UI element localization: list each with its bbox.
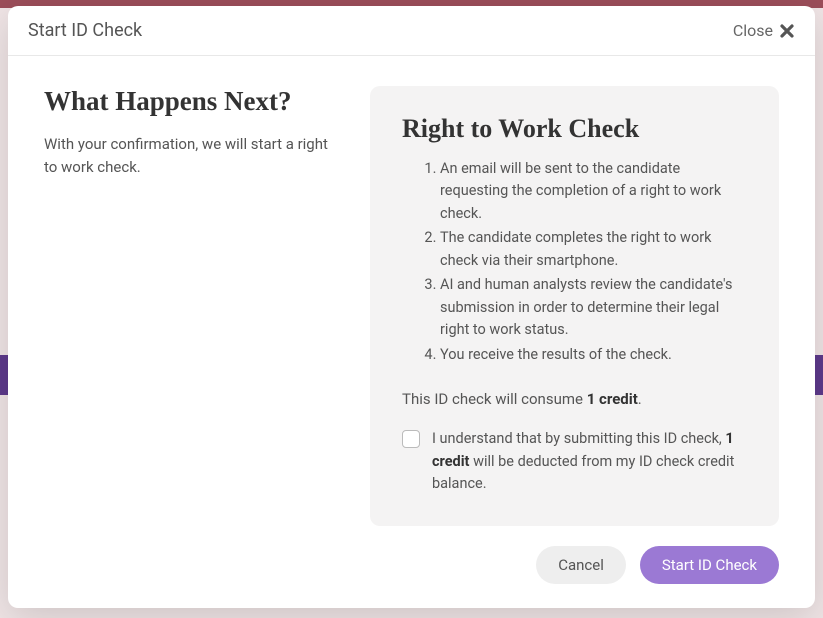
start-id-check-button[interactable]: Start ID Check [640,546,779,584]
modal-header: Start ID Check Close [8,6,815,56]
consent-row: I understand that by submitting this ID … [402,428,747,495]
consent-prefix: I understand that by submitting this ID … [432,430,725,447]
close-button[interactable]: Close [733,21,795,40]
modal-body: What Happens Next? With your confirmatio… [8,56,815,546]
credit-suffix: . [638,390,642,408]
modal-footer: Cancel Start ID Check [8,546,815,608]
modal-title: Start ID Check [28,20,142,41]
start-id-check-modal: Start ID Check Close What Happens Next? … [8,6,815,608]
consent-suffix: will be deducted from my ID check credit… [432,453,734,492]
cancel-button[interactable]: Cancel [536,546,626,584]
step-item: An email will be sent to the candidate r… [440,158,747,225]
confirmation-subtext: With your confirmation, we will start a … [44,133,334,178]
consent-checkbox[interactable] [402,430,420,448]
right-to-work-panel: Right to Work Check An email will be sen… [370,86,779,526]
credit-prefix: This ID check will consume [402,390,587,408]
what-happens-next-heading: What Happens Next? [44,86,334,117]
close-icon [779,23,795,39]
credit-consumption-text: This ID check will consume 1 credit. [402,390,747,408]
step-item: You receive the results of the check. [440,344,747,366]
close-label: Close [733,21,773,40]
left-column: What Happens Next? With your confirmatio… [44,86,334,526]
credit-amount: 1 credit [587,390,638,408]
step-item: The candidate completes the right to wor… [440,227,747,272]
step-item: AI and human analysts review the candida… [440,274,747,341]
consent-text: I understand that by submitting this ID … [432,428,747,495]
steps-list: An email will be sent to the candidate r… [402,158,747,366]
right-to-work-heading: Right to Work Check [402,114,747,144]
